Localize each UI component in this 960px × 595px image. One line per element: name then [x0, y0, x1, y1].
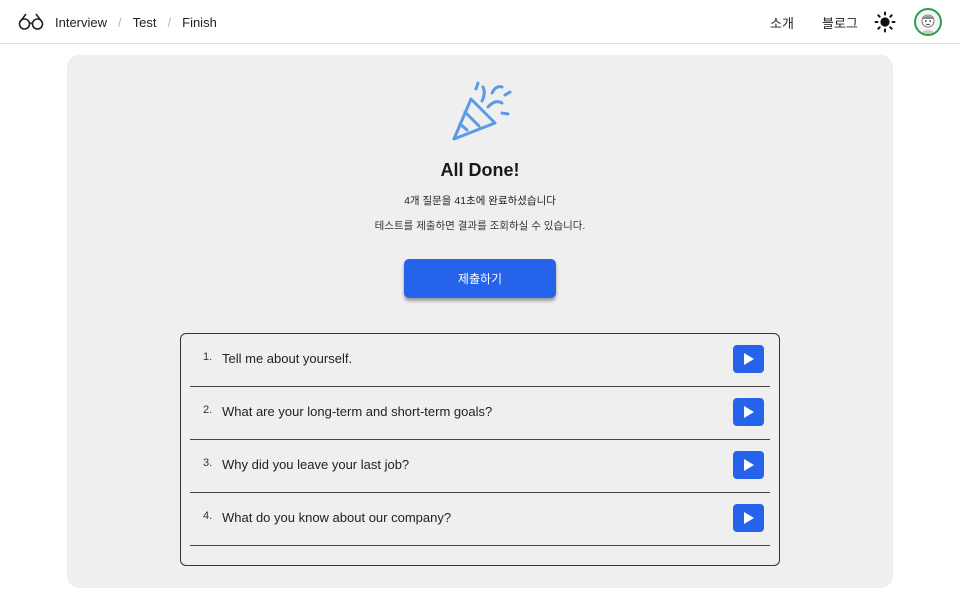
completion-summary: 4개 질문을 41초에 완료하셨습니다	[404, 195, 556, 207]
question-text: What do you know about our company?	[222, 510, 452, 525]
submit-hint: 테스트를 제출하면 결과를 조회하실 수 있습니다.	[374, 220, 586, 232]
play-icon	[744, 353, 754, 365]
nav-link-intro[interactable]: 소개	[770, 13, 794, 32]
question-number: 3.	[203, 457, 213, 469]
play-icon	[744, 512, 754, 524]
breadcrumb-separator: /	[167, 14, 172, 30]
question-list: 1. Tell me about yourself. 2. What are y…	[180, 333, 780, 566]
question-text: Why did you leave your last job?	[222, 457, 410, 472]
submit-button[interactable]: 제출하기	[404, 259, 556, 298]
breadcrumb-finish[interactable]: Finish	[182, 15, 217, 30]
play-button[interactable]	[733, 398, 764, 426]
question-row: 3. Why did you leave your last job?	[190, 440, 770, 493]
question-text: What are your long-term and short-term g…	[222, 404, 493, 419]
question-row: 1. Tell me about yourself.	[190, 334, 770, 387]
breadcrumb-test[interactable]: Test	[133, 15, 157, 30]
play-button[interactable]	[733, 504, 764, 532]
question-row: 2. What are your long-term and short-ter…	[190, 387, 770, 440]
play-icon	[744, 406, 754, 418]
nav-link-blog[interactable]: 블로그	[822, 13, 858, 32]
breadcrumb-interview[interactable]: Interview	[55, 15, 107, 30]
top-nav-bar: Interview / Test / Finish 소개 블로그	[0, 0, 960, 44]
sun-icon[interactable]	[874, 11, 896, 33]
user-avatar[interactable]	[914, 8, 942, 36]
play-button[interactable]	[733, 451, 764, 479]
question-number: 4.	[203, 510, 213, 522]
question-number: 2.	[203, 404, 213, 416]
completion-card: All Done! 4개 질문을 41초에 완료하셨습니다 테스트를 제출하면 …	[67, 55, 893, 588]
party-popper-icon	[452, 81, 512, 141]
question-row: 4. What do you know about our company?	[190, 493, 770, 546]
question-text: Tell me about yourself.	[222, 351, 353, 366]
breadcrumb-separator: /	[118, 14, 122, 30]
glasses-icon[interactable]	[18, 10, 44, 32]
breadcrumb: Interview / Test / Finish	[55, 0, 217, 44]
avatar-icon	[920, 14, 936, 34]
play-icon	[744, 459, 754, 471]
page-title: All Done!	[440, 160, 520, 180]
play-button[interactable]	[733, 345, 764, 373]
question-number: 1.	[203, 351, 213, 363]
